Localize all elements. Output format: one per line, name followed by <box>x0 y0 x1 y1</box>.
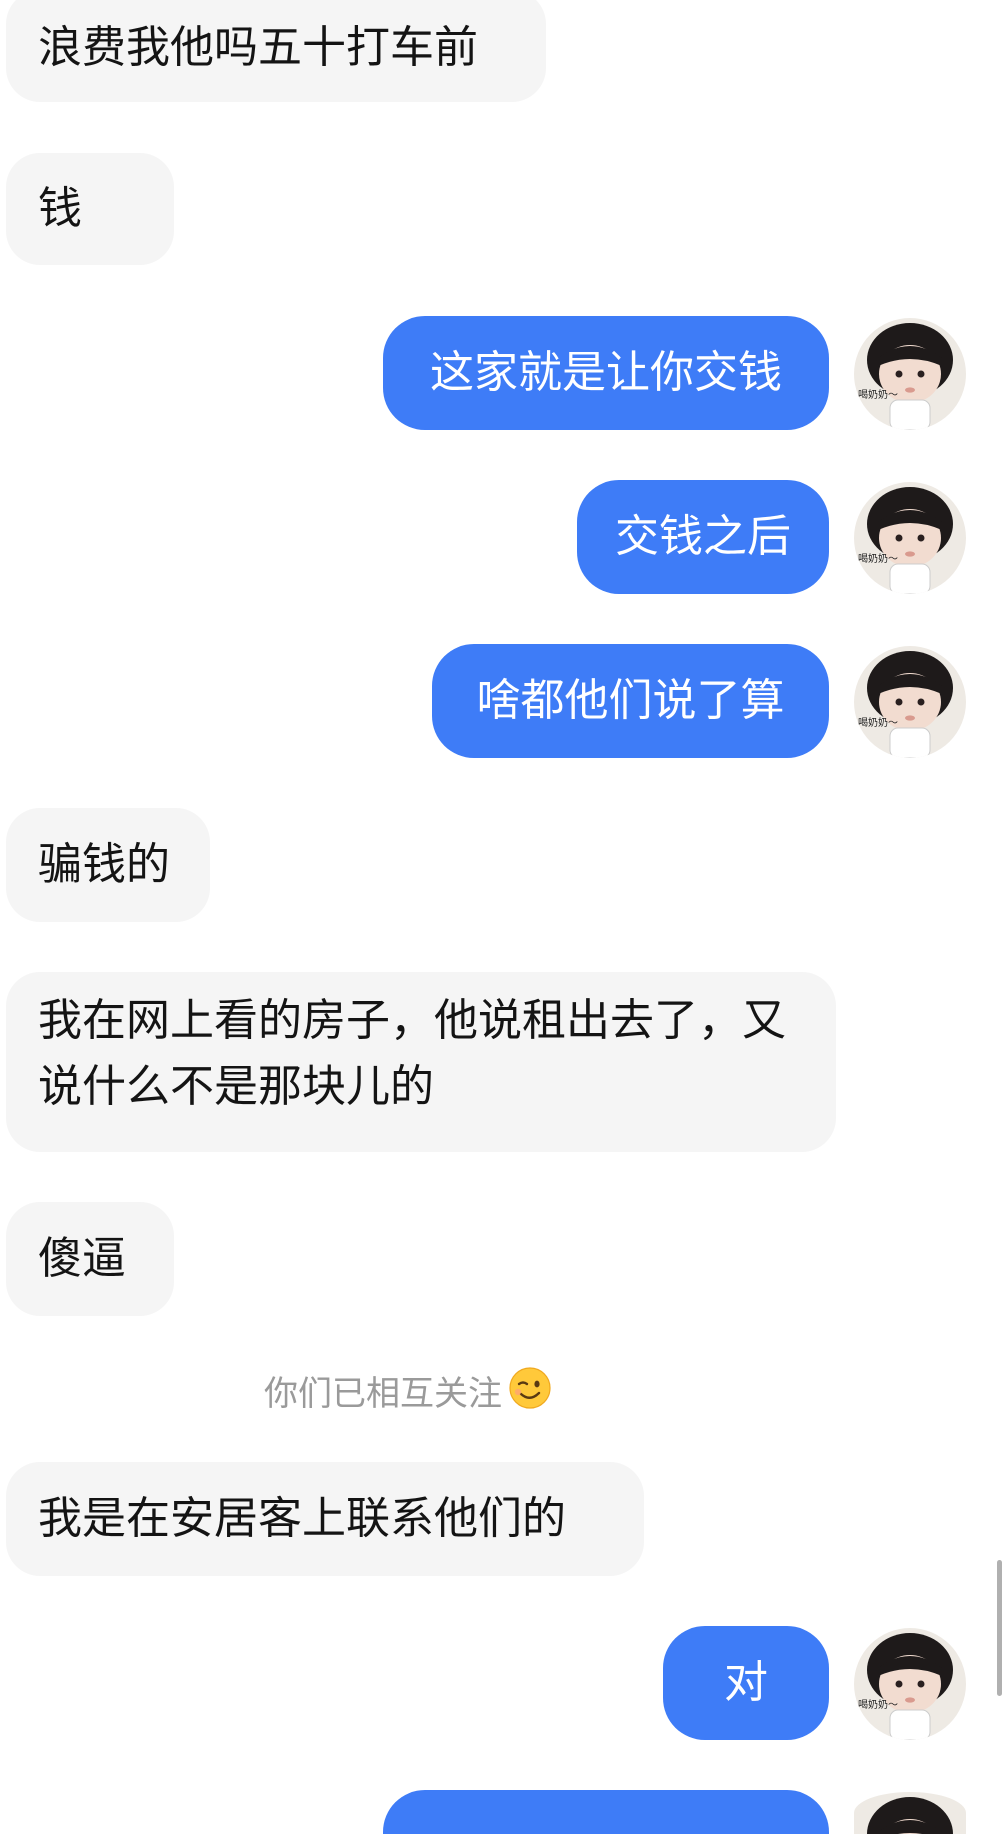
avatar[interactable]: 喝奶奶～ <box>854 482 966 594</box>
incoming-message-bubble[interactable]: 浪费我他吗五十打车前 <box>6 0 546 102</box>
scrollbar-thumb[interactable] <box>997 1560 1002 1696</box>
incoming-message-bubble[interactable]: 我是在安居客上联系他们的 <box>6 1462 644 1576</box>
message-text: 我是在安居客上联系他们的 <box>38 1493 566 1544</box>
outgoing-message-bubble[interactable] <box>383 1790 829 1834</box>
svg-text:喝奶奶～: 喝奶奶～ <box>858 389 898 401</box>
message-text: 浪费我他吗五十打车前 <box>38 22 478 73</box>
message-text: 啥都他们说了算 <box>476 675 785 726</box>
svg-text:喝奶奶～: 喝奶奶～ <box>858 553 898 565</box>
avatar[interactable]: 喝奶奶～ <box>854 318 966 430</box>
avatar[interactable]: 喝奶奶～ <box>854 646 966 758</box>
message-text: 傻逼 <box>38 1233 126 1284</box>
winking-face-icon <box>508 1366 552 1414</box>
avatar[interactable] <box>854 1792 966 1834</box>
outgoing-message-bubble[interactable]: 交钱之后 <box>577 480 829 594</box>
outgoing-message-bubble[interactable]: 这家就是让你交钱 <box>383 316 829 430</box>
system-notice-text: 你们已相互关注 <box>264 1373 502 1414</box>
system-notice: 你们已相互关注 <box>264 1362 552 1418</box>
avatar[interactable]: 喝奶奶～ <box>854 1628 966 1740</box>
outgoing-message-bubble[interactable]: 对 <box>663 1626 829 1740</box>
incoming-message-bubble[interactable]: 傻逼 <box>6 1202 174 1316</box>
message-text: 骗钱的 <box>38 839 170 890</box>
svg-text:喝奶奶～: 喝奶奶～ <box>858 1699 898 1711</box>
outgoing-message-bubble[interactable]: 啥都他们说了算 <box>432 644 829 758</box>
incoming-message-bubble[interactable]: 我在网上看的房子，他说租出去了，又说什么不是那块儿的 <box>6 972 836 1152</box>
message-text: 钱 <box>38 183 82 234</box>
message-text: 对 <box>724 1657 768 1708</box>
message-text: 我在网上看的房子，他说租出去了，又说什么不是那块儿的 <box>38 995 786 1112</box>
incoming-message-bubble[interactable]: 骗钱的 <box>6 808 210 922</box>
message-text: 这家就是让你交钱 <box>430 347 782 398</box>
svg-text:喝奶奶～: 喝奶奶～ <box>858 717 898 729</box>
incoming-message-bubble[interactable]: 钱 <box>6 153 174 265</box>
message-text: 交钱之后 <box>615 511 791 562</box>
